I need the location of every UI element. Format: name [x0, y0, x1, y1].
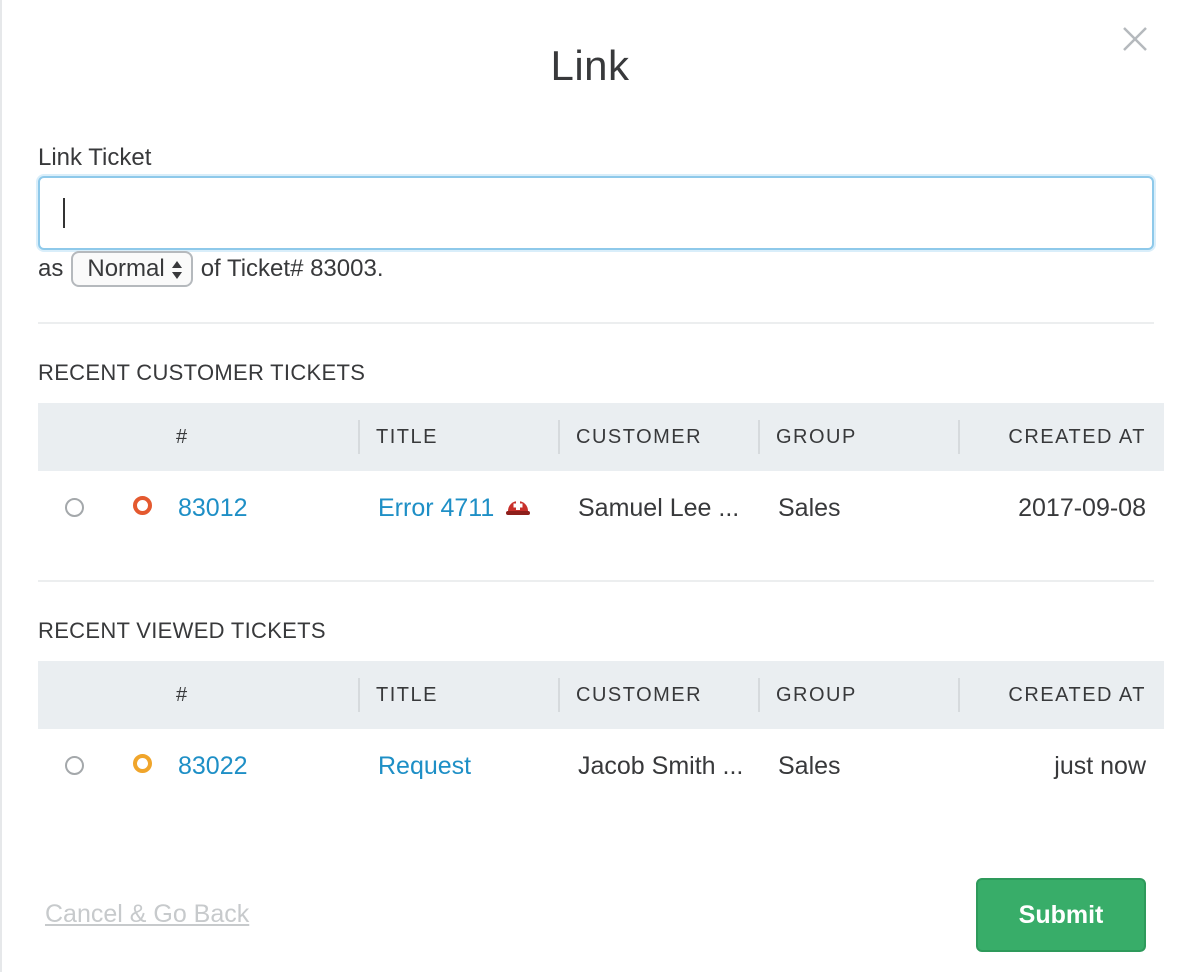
column-separator	[558, 420, 560, 454]
of-ticket-text: of Ticket# 83003.	[200, 255, 384, 282]
column-separator	[558, 678, 560, 712]
submit-button[interactable]: Submit	[976, 878, 1146, 952]
column-header-number[interactable]: #	[176, 661, 189, 729]
select-arrows-icon	[171, 261, 182, 279]
divider	[38, 580, 1154, 582]
section-title-viewed-tickets: RECENT VIEWED TICKETS	[38, 618, 326, 643]
divider	[38, 322, 1154, 324]
column-separator	[958, 420, 960, 454]
column-header-created-at[interactable]: CREATED AT	[978, 661, 1146, 729]
column-header-group[interactable]: GROUP	[776, 661, 857, 729]
column-header-title[interactable]: TITLE	[376, 661, 438, 729]
link-modal: Link Link Ticket as Normal of Ticket# 83…	[0, 0, 1178, 972]
table-row[interactable]: 83022 Request Jacob Smith ... Sales just…	[38, 728, 1164, 804]
link-ticket-input[interactable]	[38, 176, 1154, 250]
column-separator	[958, 678, 960, 712]
row-select-radio[interactable]	[65, 498, 84, 517]
ticket-number-link[interactable]: 83012	[178, 470, 248, 546]
escalation-icon	[506, 501, 531, 515]
ticket-title-text: Error 4711	[378, 494, 495, 522]
modal-title: Link	[550, 42, 630, 89]
section-title-customer-tickets: RECENT CUSTOMER TICKETS	[38, 360, 366, 385]
table-header-viewed: # TITLE CUSTOMER GROUP CREATED AT	[38, 661, 1164, 729]
column-header-customer[interactable]: CUSTOMER	[576, 661, 702, 729]
table-row[interactable]: 83012 Error 4711 Samuel Lee ... Sales 20…	[38, 470, 1164, 546]
column-separator	[758, 420, 760, 454]
link-type-value: Normal	[87, 255, 165, 282]
text-caret	[63, 198, 65, 228]
table-header-customer: # TITLE CUSTOMER GROUP CREATED AT	[38, 403, 1164, 471]
ticket-number-link[interactable]: 83022	[178, 728, 248, 804]
column-header-created-at[interactable]: CREATED AT	[978, 403, 1146, 471]
ticket-group: Sales	[778, 494, 841, 522]
column-header-title[interactable]: TITLE	[376, 403, 438, 471]
ticket-created-at: just now	[1054, 752, 1146, 780]
ticket-title-link[interactable]: Request	[378, 728, 471, 804]
ticket-customer: Samuel Lee ...	[578, 494, 740, 522]
link-type-select[interactable]: Normal	[71, 251, 193, 287]
column-header-group[interactable]: GROUP	[776, 403, 857, 471]
cancel-button[interactable]: Cancel & Go Back	[45, 900, 249, 929]
column-separator	[758, 678, 760, 712]
ticket-customer: Jacob Smith ...	[578, 752, 744, 780]
link-type-line: as Normal of Ticket# 83003.	[38, 250, 384, 288]
column-header-customer[interactable]: CUSTOMER	[576, 403, 702, 471]
row-select-radio[interactable]	[65, 756, 84, 775]
column-header-number[interactable]: #	[176, 403, 189, 471]
column-separator	[358, 420, 360, 454]
status-icon	[133, 754, 152, 773]
ticket-created-at: 2017-09-08	[1018, 494, 1146, 522]
link-ticket-label: Link Ticket	[38, 144, 152, 171]
status-icon	[133, 496, 152, 515]
as-text: as	[38, 255, 64, 282]
ticket-title-link[interactable]: Error 4711	[378, 470, 531, 546]
column-separator	[358, 678, 360, 712]
ticket-group: Sales	[778, 752, 841, 780]
